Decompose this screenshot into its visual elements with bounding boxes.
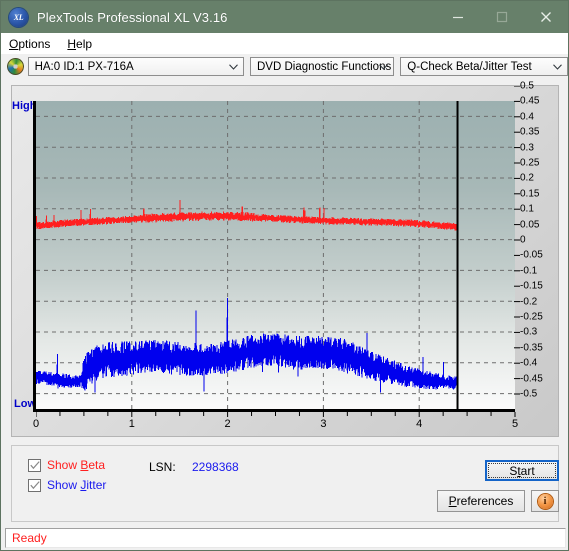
test-select[interactable]: Q-Check Beta/Jitter Test xyxy=(400,57,568,76)
y-tick-label: -0.3 xyxy=(520,326,538,338)
drive-select[interactable]: HA:0 ID:1 PX-716A xyxy=(27,57,244,76)
window-title: PlexTools Professional XL V3.16 xyxy=(37,9,228,25)
y-tick-label: 0.15 xyxy=(520,188,540,200)
show-jitter-label: Show Jitter xyxy=(47,478,107,492)
status-bar: Ready xyxy=(5,528,566,548)
test-select-value: Q-Check Beta/Jitter Test xyxy=(407,60,532,73)
function-select[interactable]: DVD Diagnostic Functions xyxy=(250,57,395,76)
plextools-window: XL PlexTools Professional XL V3.16 Optio… xyxy=(0,0,569,551)
chevron-down-icon xyxy=(229,63,238,70)
x-tick-label: 4 xyxy=(416,418,423,430)
x-tick-label: 3 xyxy=(320,418,327,430)
chart-panel: High Low 0.5 0.45 0.4 0.35 0.3 0.25 0.2 0.15 0.1… xyxy=(11,81,560,437)
lsn-label: LSN: xyxy=(149,460,176,474)
preferences-button[interactable]: Preferences xyxy=(437,490,525,512)
lsn-value: 2298368 xyxy=(192,460,239,474)
preferences-button-label: Preferences xyxy=(448,494,514,508)
maximize-icon[interactable] xyxy=(480,1,524,33)
xl-badge-text: XL xyxy=(13,12,24,22)
toolbar: HA:0 ID:1 PX-716A DVD Diagnostic Functio… xyxy=(1,54,568,79)
show-beta-checkbox[interactable] xyxy=(28,458,41,472)
xl-badge-icon: XL xyxy=(9,7,28,27)
y-tick-label: -0.1 xyxy=(520,265,538,277)
x-tick-label: 0 xyxy=(32,418,40,430)
y-tick-label: -0.45 xyxy=(520,373,543,385)
y-tick-label: 0.1 xyxy=(520,203,534,215)
x-tick-label: 5 xyxy=(511,418,519,430)
y-tick-label: 0.35 xyxy=(520,126,540,138)
info-glyph: i xyxy=(543,495,547,507)
title-bar: XL PlexTools Professional XL V3.16 xyxy=(1,1,568,33)
beta-jitter-plot xyxy=(36,101,515,409)
drive-select-value: HA:0 ID:1 PX-716A xyxy=(34,60,134,73)
plot-wrapper xyxy=(33,101,515,412)
chevron-down-icon xyxy=(553,63,562,70)
show-beta-row[interactable]: Show Beta xyxy=(28,458,105,472)
plot-area[interactable] xyxy=(36,101,515,409)
menu-item-help[interactable]: Help xyxy=(59,35,101,53)
y-tick-label: -0.35 xyxy=(520,342,543,354)
y-tick-label: 0.2 xyxy=(520,172,534,184)
x-tick-label: 1 xyxy=(128,418,135,430)
chevron-down-icon xyxy=(379,63,389,70)
y-tick-label: 0.45 xyxy=(520,95,540,107)
window-controls xyxy=(436,1,568,33)
y-tick-label: 0.05 xyxy=(520,219,540,231)
function-select-value: DVD Diagnostic Functions xyxy=(257,60,392,73)
show-jitter-row[interactable]: Show Jitter xyxy=(28,478,106,492)
controls-panel: Show Beta Show Jitter LSN: 2298368 Start… xyxy=(11,445,559,522)
y-tick-label: -0.4 xyxy=(520,357,538,369)
info-icon: i xyxy=(537,493,553,509)
start-button[interactable]: Start xyxy=(485,460,559,481)
menu-bar: Options Help xyxy=(1,33,568,54)
y-tick-label: 0.4 xyxy=(520,111,534,123)
checkmark-icon xyxy=(29,480,40,489)
info-button[interactable]: i xyxy=(531,490,559,512)
minimize-icon[interactable] xyxy=(436,1,480,33)
focus-ring xyxy=(488,463,556,478)
y-axis-tick-labels: 0.5 0.45 0.4 0.35 0.3 0.25 0.2 0.15 0.1 0.05 0 -0.0… xyxy=(514,81,560,412)
close-icon[interactable] xyxy=(524,1,568,33)
x-axis-tick-labels: 0 1 2 3 4 5 xyxy=(12,412,560,434)
y-tick-label: -0.5 xyxy=(520,388,538,400)
checkmark-icon xyxy=(29,460,40,469)
y-tick-label: 0.25 xyxy=(520,157,540,169)
y-tick-label: 0.3 xyxy=(520,142,534,154)
status-text: Ready xyxy=(12,531,47,545)
x-tick-label: 2 xyxy=(224,418,231,430)
y-tick-label: -0.05 xyxy=(520,249,543,261)
cd-disc-icon xyxy=(7,58,24,75)
y-tick-label: -0.15 xyxy=(520,280,543,292)
menu-item-options[interactable]: Options xyxy=(1,35,59,53)
y-axis-ticks xyxy=(514,86,520,395)
show-jitter-checkbox[interactable] xyxy=(28,478,41,492)
y-tick-label: 0.5 xyxy=(520,80,534,92)
y-tick-label: -0.2 xyxy=(520,296,538,308)
x-axis-ticks xyxy=(36,412,516,417)
show-beta-label: Show Beta xyxy=(47,458,106,472)
y-tick-label: -0.25 xyxy=(520,311,543,323)
